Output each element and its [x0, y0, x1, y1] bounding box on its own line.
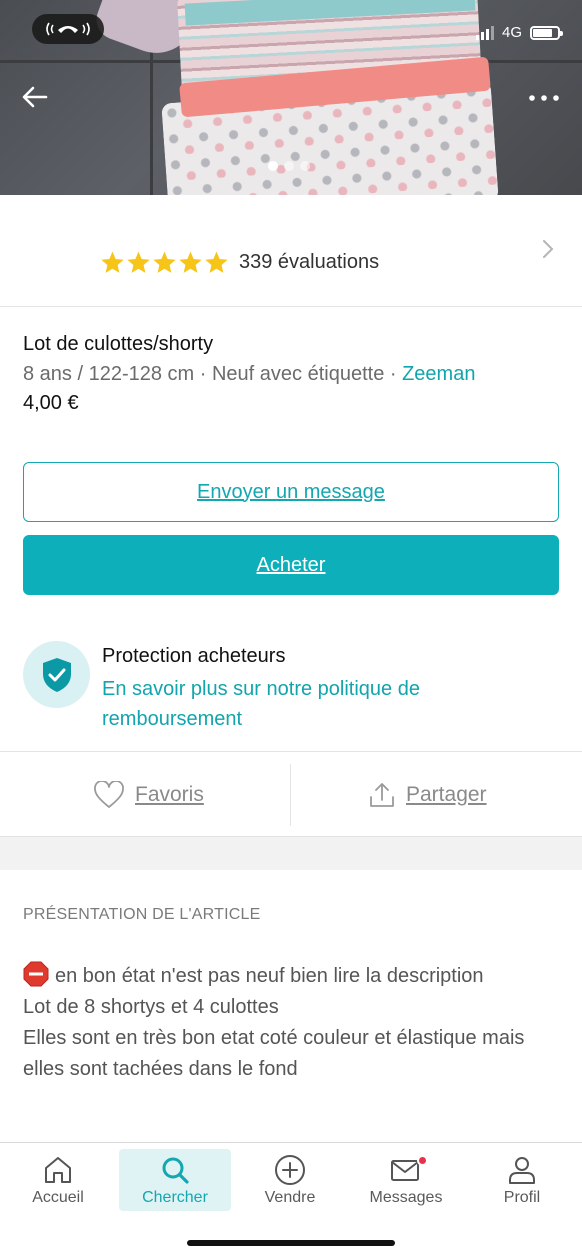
item-actions: Favoris Partager: [0, 751, 582, 837]
review-count: 339 évaluations: [239, 251, 380, 273]
buyer-protection-title: Protection acheteurs: [102, 645, 286, 667]
description-line: en bon état n'est pas neuf bien lire la …: [23, 961, 563, 992]
more-options-button[interactable]: [526, 86, 562, 110]
back-button[interactable]: [18, 82, 52, 112]
star-icon: [205, 251, 228, 273]
item-size-condition: 8 ans / 122-128 cm · Neuf avec étiquette…: [23, 363, 403, 385]
description-text: en bon état n'est pas neuf bien lire la …: [55, 965, 484, 987]
item-price: 4,00 €: [23, 392, 79, 414]
star-icon: [153, 251, 176, 273]
carousel-pagination[interactable]: [268, 161, 310, 171]
home-indicator[interactable]: [187, 1240, 395, 1246]
carousel-dot[interactable]: [268, 161, 278, 171]
signal-icon: [475, 25, 494, 40]
divider: [290, 764, 291, 826]
call-indicator[interactable]: [32, 14, 104, 44]
heart-icon: [94, 781, 124, 808]
section-separator: [0, 837, 582, 870]
tab-profile[interactable]: Profil: [466, 1149, 578, 1211]
tab-label: Messages: [369, 1189, 443, 1206]
seller-rating-row[interactable]: 339 évaluations: [0, 195, 582, 307]
description-line: Lot de 8 shortys et 4 culottes: [23, 996, 279, 1018]
tab-messages[interactable]: Messages: [350, 1149, 462, 1211]
status-bar: 4G: [475, 24, 563, 41]
shield-check-icon: [42, 657, 71, 692]
favorite-label: Favoris: [135, 783, 204, 806]
user-icon: [509, 1157, 535, 1184]
section-title: PRÉSENTATION DE L'ARTICLE: [23, 906, 261, 923]
item-description: en bon état n'est pas neuf bien lire la …: [23, 961, 563, 1085]
share-icon: [370, 783, 394, 807]
tab-label: Profil: [503, 1189, 541, 1206]
battery-icon: [530, 25, 563, 40]
notification-badge: [417, 1155, 428, 1166]
star-icon: [127, 251, 150, 273]
more-horizontal-icon: [529, 95, 559, 101]
search-icon: [162, 1157, 189, 1184]
share-button[interactable]: Partager: [368, 752, 487, 838]
chevron-right-icon: [543, 240, 554, 258]
rating: 339 évaluations: [100, 250, 379, 275]
tab-sell[interactable]: Vendre: [234, 1149, 346, 1211]
carousel-dot[interactable]: [284, 161, 294, 171]
buy-button[interactable]: Acheter: [23, 535, 559, 595]
star-rating: [100, 250, 229, 275]
tab-label: Chercher: [142, 1189, 208, 1206]
item-title: Lot de culottes/shorty: [23, 333, 214, 355]
tab-label: Vendre: [264, 1189, 316, 1206]
network-type: 4G: [501, 24, 522, 41]
buyer-protection-badge: [23, 641, 90, 708]
item-details: 8 ans / 122-128 cm · Neuf avec étiquette…: [23, 363, 475, 386]
tab-home[interactable]: Accueil: [2, 1149, 114, 1211]
carousel-dot[interactable]: [300, 161, 310, 171]
star-icon: [101, 251, 124, 273]
send-message-button[interactable]: Envoyer un message: [23, 462, 559, 522]
tab-label: Accueil: [32, 1189, 84, 1206]
plus-circle-icon: [275, 1155, 305, 1185]
stop-sign-icon: [23, 961, 49, 987]
arrow-left-icon: [22, 86, 48, 108]
star-icon: [179, 251, 202, 273]
description-line: Elles sont en très bon etat coté couleur…: [23, 1027, 525, 1080]
brand-link[interactable]: Zeeman: [402, 363, 475, 385]
refund-policy-link[interactable]: En savoir plus sur notre politique de re…: [102, 674, 522, 734]
item-photo-carousel[interactable]: 4G: [0, 0, 582, 195]
home-icon: [45, 1157, 71, 1183]
phone-call-icon: [46, 22, 90, 36]
favorite-button[interactable]: Favoris: [93, 752, 204, 838]
tab-search[interactable]: Chercher: [119, 1149, 231, 1211]
share-label: Partager: [406, 783, 487, 806]
